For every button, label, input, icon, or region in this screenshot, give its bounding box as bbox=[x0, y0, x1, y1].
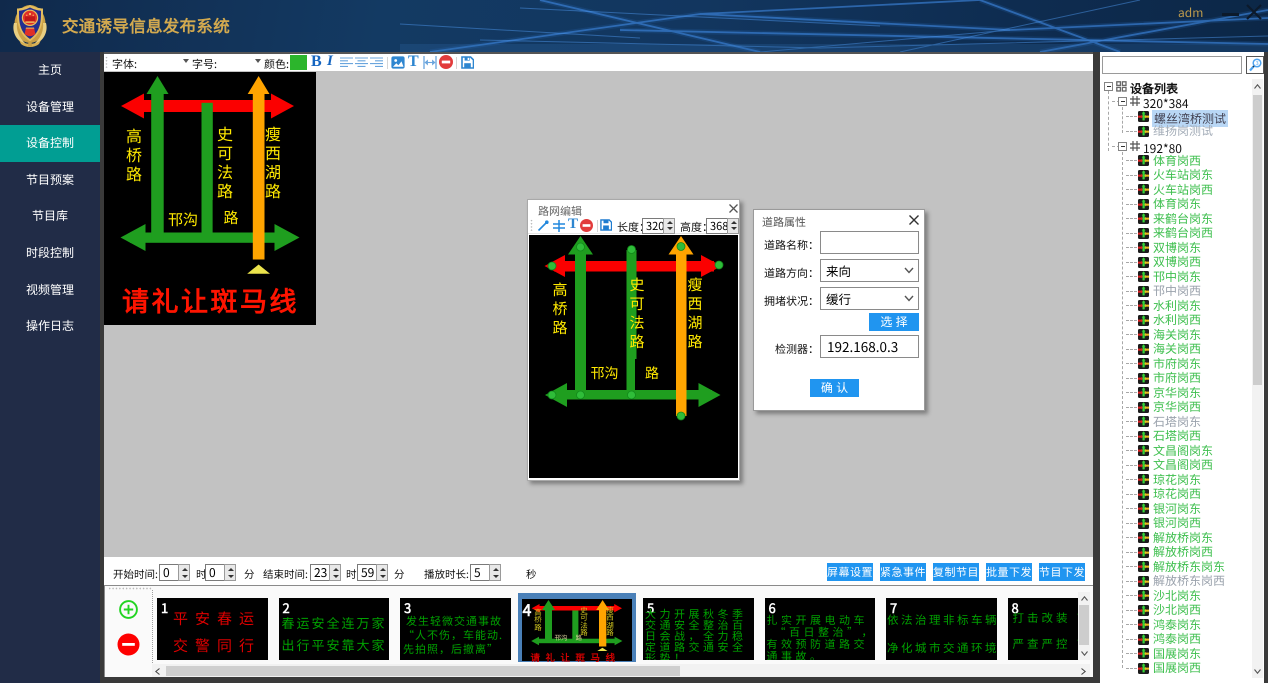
svg-text:3: 3 bbox=[1256, 59, 1259, 67]
